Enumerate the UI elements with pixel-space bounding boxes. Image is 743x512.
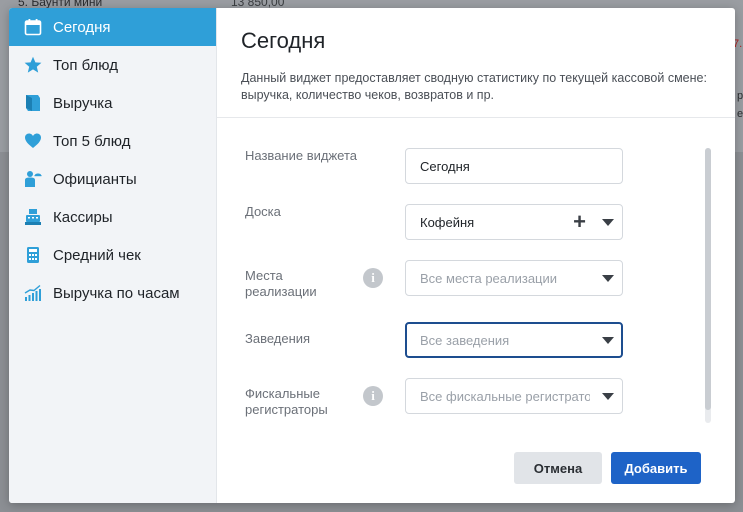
- fiscal-select[interactable]: Все фискальные регистраторы: [405, 378, 623, 414]
- sidebar-item-label: Топ 5 блюд: [53, 132, 131, 150]
- add-widget-modal: Сегодня Топ блюд Выручка Топ 5 блюд Офиц: [9, 8, 735, 503]
- cancel-button[interactable]: Отмена: [514, 452, 602, 484]
- background-text: е: [737, 108, 743, 120]
- board-value: Кофейня: [420, 214, 475, 230]
- page-title: Сегодня: [241, 28, 326, 53]
- widget-settings-panel: Сегодня Данный виджет предоставляет свод…: [217, 8, 735, 503]
- cash-register-icon: [23, 207, 43, 227]
- sidebar-item-hourly-revenue[interactable]: Выручка по часам: [9, 274, 216, 312]
- board-select[interactable]: Кофейня +: [405, 204, 623, 240]
- calendar-icon: [23, 17, 43, 37]
- sidebar-item-waiters[interactable]: Официанты: [9, 160, 216, 198]
- sidebar-item-top5-dishes[interactable]: Топ 5 блюд: [9, 122, 216, 160]
- sidebar-item-label: Кассиры: [53, 208, 113, 226]
- sidebar-item-label: Средний чек: [53, 246, 141, 264]
- sidebar-item-label: Сегодня: [53, 18, 111, 36]
- waiter-icon: [23, 169, 43, 189]
- establishments-select[interactable]: Все заведения: [405, 322, 623, 358]
- widget-type-sidebar: Сегодня Топ блюд Выручка Топ 5 блюд Офиц: [9, 8, 217, 503]
- chevron-down-icon: [602, 219, 614, 226]
- sidebar-item-top-dishes[interactable]: Топ блюд: [9, 46, 216, 84]
- widget-name-label: Название виджета: [245, 148, 357, 163]
- sidebar-item-today[interactable]: Сегодня: [9, 8, 216, 46]
- add-button[interactable]: Добавить: [611, 452, 701, 484]
- info-icon[interactable]: i: [363, 386, 383, 406]
- establishments-placeholder: Все заведения: [420, 332, 510, 348]
- places-select[interactable]: Все места реализации: [405, 260, 623, 296]
- form-scrollbar[interactable]: [705, 148, 711, 423]
- places-placeholder: Все места реализации: [420, 270, 558, 286]
- widget-description: Данный виджет предоставляет сводную стат…: [241, 71, 707, 102]
- sidebar-item-label: Выручка по часам: [53, 284, 180, 302]
- chevron-down-icon: [602, 337, 614, 344]
- establishments-label: Заведения: [245, 331, 311, 346]
- calculator-icon: [23, 245, 43, 265]
- widget-name-input[interactable]: Сегодня: [405, 148, 623, 184]
- sidebar-item-average-check[interactable]: Средний чек: [9, 236, 216, 274]
- plus-icon[interactable]: +: [573, 211, 586, 233]
- sidebar-item-label: Официанты: [53, 170, 137, 188]
- fiscal-placeholder: Все фискальные регистраторы: [420, 388, 590, 404]
- panel-header: Сегодня Данный виджет предоставляет свод…: [217, 8, 735, 118]
- heart-icon: [23, 131, 43, 151]
- sidebar-item-cashiers[interactable]: Кассиры: [9, 198, 216, 236]
- bar-chart-icon: [23, 283, 43, 303]
- info-icon[interactable]: i: [363, 268, 383, 288]
- chevron-down-icon: [602, 393, 614, 400]
- star-icon: [23, 55, 43, 75]
- places-label: Места реализации: [245, 268, 317, 299]
- chevron-down-icon: [602, 275, 614, 282]
- sidebar-item-revenue[interactable]: Выручка: [9, 84, 216, 122]
- board-label: Доска: [245, 204, 281, 219]
- sidebar-item-label: Выручка: [53, 94, 113, 112]
- scrollbar-thumb[interactable]: [705, 148, 711, 410]
- receipt-icon: [23, 93, 43, 113]
- background-text: р: [737, 90, 743, 102]
- fiscal-label: Фискальные регистраторы: [245, 386, 328, 417]
- sidebar-item-label: Топ блюд: [53, 56, 118, 74]
- widget-name-value: Сегодня: [420, 158, 470, 174]
